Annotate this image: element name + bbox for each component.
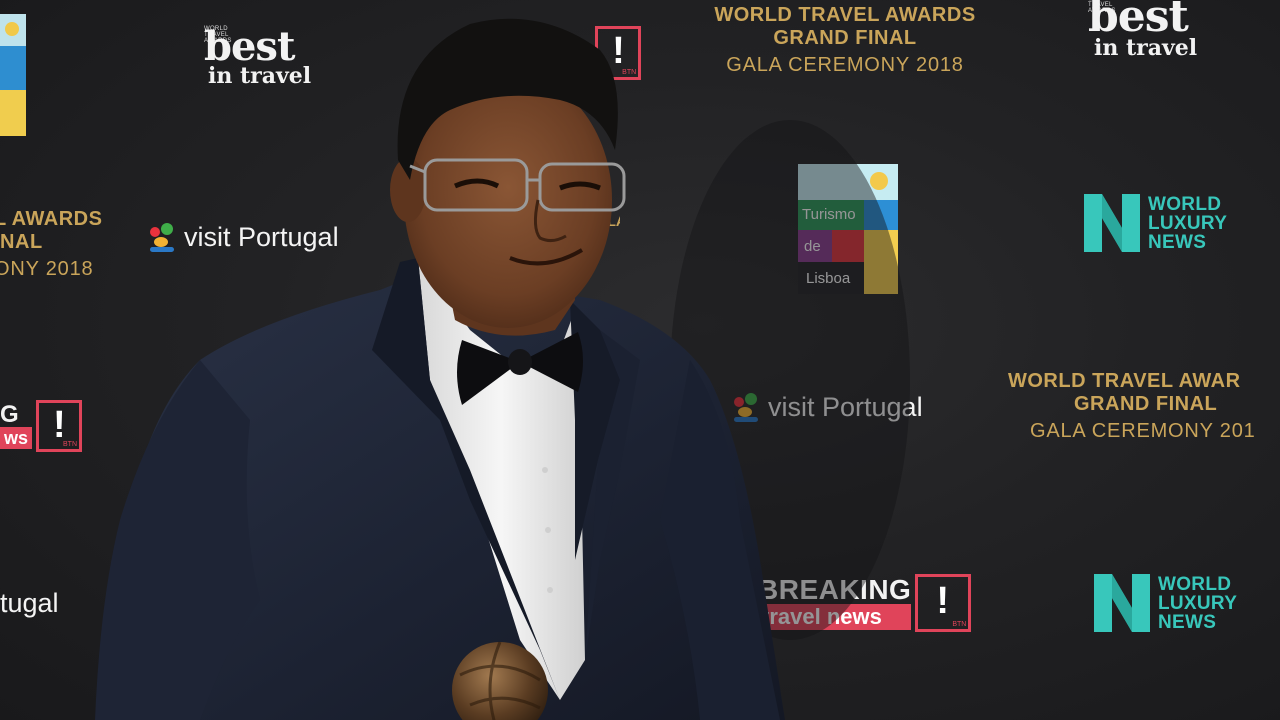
man-in-tuxedo-holding-globe-trophy-icon bbox=[95, 18, 910, 720]
photo-stage: WORLD TRAVEL AWARDS best in travel G ! B… bbox=[0, 0, 1280, 720]
